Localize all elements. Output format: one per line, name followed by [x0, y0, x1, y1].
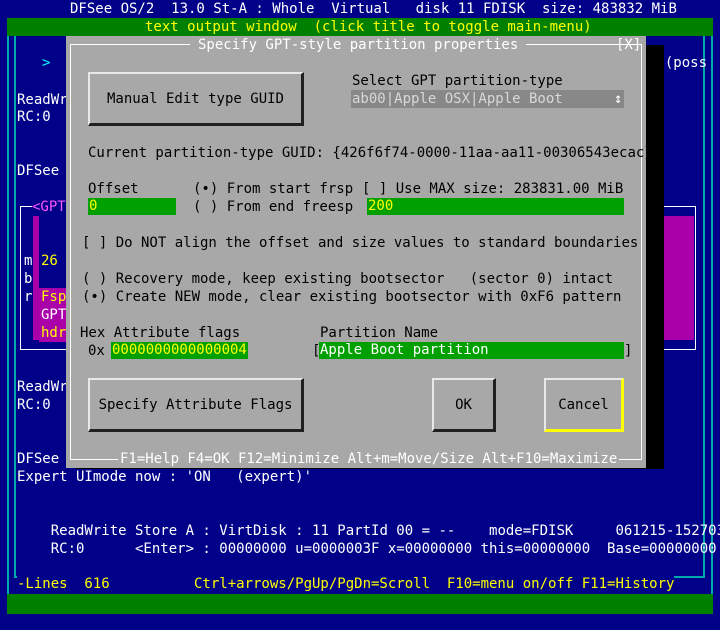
cancel-label: Cancel [558, 396, 609, 413]
gpt-box-label: <GPT [32, 198, 66, 216]
size-input[interactable]: 200 [367, 198, 624, 215]
dfsee-screen: DFSee OS/2 13.0 St-A : Whole Virtual dis… [0, 0, 720, 630]
inner-right-border [703, 36, 705, 576]
bg-rc-2: RC:0 [17, 397, 51, 413]
partition-name-label: Partition Name [320, 325, 439, 341]
dialog-close-button[interactable]: [X] [616, 36, 641, 54]
command-line[interactable] [7, 594, 713, 614]
partition-type-value: ab00|Apple OSX|Apple Boot [352, 91, 563, 107]
no-align-checkbox[interactable]: [ ] Do NOT align the offset and size val… [82, 234, 638, 252]
output-window-title[interactable]: text output window (click title to toggl… [145, 18, 592, 36]
hex-attribute-input[interactable]: 0000000000000004 [111, 342, 248, 359]
inner-left-border [14, 36, 16, 576]
prompt-mark: > [42, 55, 51, 71]
bg-letter-b: b [24, 271, 33, 287]
partition-name-bracket-close: ] [624, 343, 633, 359]
bg-gpt: GPT [41, 307, 67, 323]
bg-letter-r: r [24, 289, 33, 305]
bg-dfsee-2: DFSee [17, 451, 60, 467]
cancel-button[interactable]: Cancel [544, 378, 624, 432]
bottom-status-bar: -Lines 616 Ctrl+arrows/PgUp/PgDn=Scroll … [17, 575, 675, 593]
manual-edit-guid-label: Manual Edit type GUID [106, 90, 284, 107]
bg-dfsee-1: DFSee [17, 163, 60, 179]
partition-name-input[interactable]: Apple Boot partition [319, 342, 624, 359]
bg-value-26: 26 [41, 253, 58, 269]
radio-from-start[interactable]: (•) From start frsp [193, 180, 353, 198]
status-rc-line: RC:0 <Enter> : 00000000 u=0000003F x=000… [50, 541, 717, 557]
bg-hdr: hdr [41, 325, 67, 341]
app-title: DFSee OS/2 13.0 St-A : Whole Virtual dis… [70, 1, 677, 17]
dialog-help-bar: F1=Help F4=OK F12=Minimize Alt+m=Move/Si… [118, 450, 620, 468]
current-guid-text: Current partition-type GUID: {426f6f74-0… [88, 145, 653, 161]
bg-rc-1: RC:0 [17, 109, 51, 125]
select-type-label: Select GPT partition-type [352, 73, 563, 89]
radio-create-new-mode[interactable]: (•) Create NEW mode, clear existing boot… [82, 288, 621, 306]
status-readwrite-line: ReadWrite Store A : VirtDisk : 11 PartId… [50, 523, 720, 539]
bg-fsp: Fsp [41, 289, 67, 305]
manual-edit-guid-button[interactable]: Manual Edit type GUID [88, 72, 304, 126]
radio-recovery-mode[interactable]: ( ) Recovery mode, keep existing bootsec… [82, 270, 613, 288]
bg-expert-line: Expert UImode now : 'ON (expert)' [17, 469, 313, 485]
select-arrow-icon[interactable]: ↕ [614, 90, 622, 108]
ok-button[interactable]: OK [432, 378, 496, 432]
use-max-checkbox[interactable]: [ ] Use MAX size: 283831.00 MiB [362, 180, 623, 198]
offset-input[interactable]: 0 [88, 198, 176, 215]
hex-prefix: 0x [88, 343, 105, 359]
radio-from-end[interactable]: ( ) From end freesp [193, 198, 353, 216]
hex-attribute-label: Hex Attribute flags [80, 325, 241, 341]
bg-letter-m: m [24, 253, 33, 269]
specify-attribute-flags-button[interactable]: Specify Attribute Flags [88, 378, 304, 432]
ok-label: OK [455, 396, 472, 413]
offset-label: Offset [88, 181, 139, 197]
dialog-title[interactable]: Specify GPT-style partition properties [190, 36, 527, 54]
specify-attribute-flags-label: Specify Attribute Flags [98, 396, 293, 413]
